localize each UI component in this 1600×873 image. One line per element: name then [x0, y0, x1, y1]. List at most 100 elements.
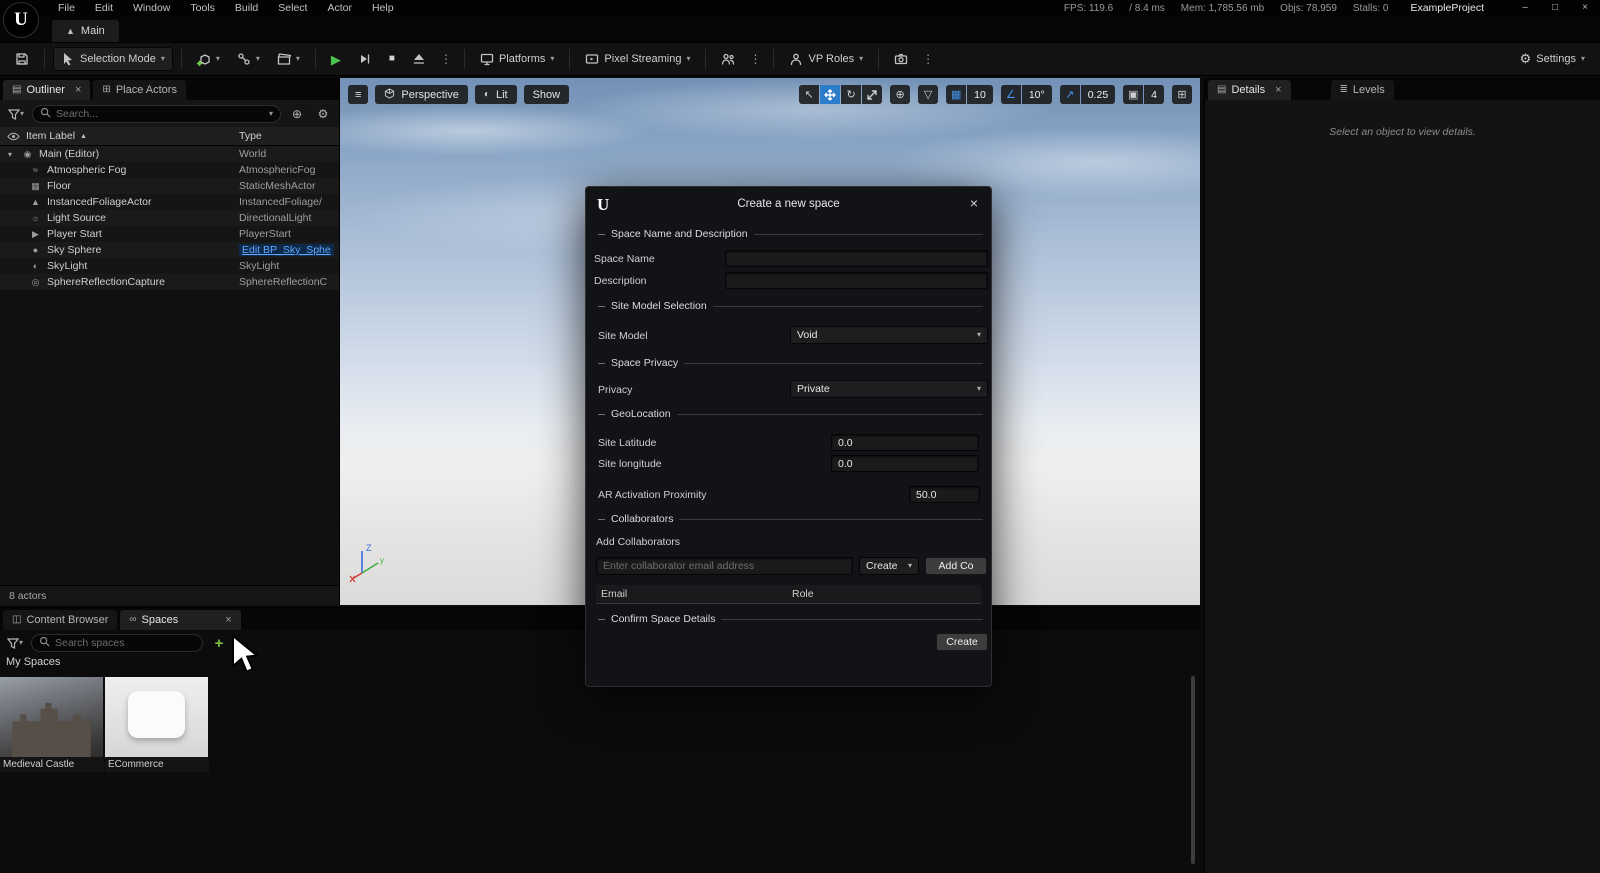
ar-proximity-input[interactable]: [909, 486, 980, 503]
add-space-button[interactable]: +: [209, 633, 229, 653]
tab-spaces[interactable]: ∞ Spaces ×: [120, 610, 240, 630]
maximize-button[interactable]: □: [1540, 0, 1570, 16]
menu-file[interactable]: File: [48, 0, 85, 16]
tab-spaces-label: Spaces: [142, 614, 179, 626]
frame-skip-button[interactable]: [351, 47, 379, 71]
table-row[interactable]: ≈ Atmospheric Fog AtmosphericFog: [0, 162, 339, 178]
vertical-scrollbar[interactable]: [1191, 676, 1195, 864]
space-card-medieval-castle[interactable]: Medieval Castle: [0, 677, 104, 772]
privacy-dropdown[interactable]: Private ▾: [790, 380, 988, 398]
collaborator-role-dropdown[interactable]: Create ▾: [859, 557, 919, 575]
space-thumbnail[interactable]: [0, 677, 103, 757]
rotation-snap-value[interactable]: 10°: [1022, 85, 1052, 104]
select-tool-button[interactable]: ↖: [799, 85, 819, 104]
outliner-search-box[interactable]: ▾: [32, 105, 281, 123]
grid-snap-icon[interactable]: ▦: [946, 85, 966, 104]
add-actor-dropdown[interactable]: ▾: [190, 47, 227, 71]
world-space-toggle[interactable]: ⊕: [890, 85, 910, 104]
show-dropdown[interactable]: Show: [524, 85, 570, 104]
site-model-dropdown[interactable]: Void ▾: [790, 326, 988, 344]
quad-view-button[interactable]: ⊞: [1172, 85, 1192, 104]
menu-help[interactable]: Help: [362, 0, 404, 16]
space-thumbnail[interactable]: [105, 677, 208, 757]
play-button[interactable]: ▶: [324, 47, 348, 71]
table-row[interactable]: ▲ InstancedFoliageActor InstancedFoliage…: [0, 194, 339, 210]
table-row[interactable]: ▶ Player Start PlayerStart: [0, 226, 339, 242]
latitude-input[interactable]: [831, 434, 979, 451]
space-name-input[interactable]: [725, 250, 988, 267]
grid-snap-value[interactable]: 10: [967, 85, 993, 104]
close-icon[interactable]: ×: [1275, 85, 1281, 96]
filter-button[interactable]: ▾: [5, 633, 25, 653]
menu-tools[interactable]: Tools: [180, 0, 225, 16]
play-options-kebab-icon[interactable]: ⋮: [436, 52, 456, 66]
collaborators-kebab-icon[interactable]: ⋮: [745, 52, 765, 66]
vp-roles-dropdown[interactable]: VP Roles ▾: [782, 47, 870, 71]
dialog-close-button[interactable]: ×: [970, 196, 978, 210]
outliner-search-input[interactable]: [56, 108, 264, 120]
minimize-button[interactable]: –: [1510, 0, 1540, 16]
eye-icon[interactable]: [0, 130, 26, 143]
camera-speed-value[interactable]: 4: [1144, 85, 1164, 104]
column-item-label[interactable]: Item Label ▲: [26, 130, 239, 142]
move-tool-button[interactable]: [820, 85, 840, 104]
menu-build[interactable]: Build: [225, 0, 268, 16]
menu-actor[interactable]: Actor: [317, 0, 362, 16]
filter-button[interactable]: ▾: [6, 104, 26, 124]
outliner-settings-button[interactable]: ⚙: [313, 104, 333, 124]
save-button[interactable]: [8, 47, 36, 71]
edit-blueprint-link[interactable]: Edit BP_Sky_Sphe: [239, 244, 334, 256]
space-card-ecommerce[interactable]: ECommerce: [105, 677, 209, 772]
pixel-streaming-dropdown[interactable]: Pixel Streaming ▾: [578, 47, 697, 71]
close-icon[interactable]: ×: [225, 615, 231, 626]
scale-snap-value[interactable]: 0.25: [1081, 85, 1115, 104]
close-window-button[interactable]: ×: [1570, 0, 1600, 16]
tab-content-browser[interactable]: ◫ Content Browser: [3, 610, 117, 630]
menu-window[interactable]: Window: [123, 0, 180, 16]
rotate-tool-button[interactable]: ↻: [841, 85, 861, 104]
unreal-logo-icon[interactable]: U: [3, 2, 39, 38]
tab-main[interactable]: ▲ Main: [52, 20, 119, 42]
menu-edit[interactable]: Edit: [85, 0, 123, 16]
eject-button[interactable]: [405, 47, 433, 71]
perspective-dropdown[interactable]: Perspective: [375, 85, 467, 104]
camera-speed-icon[interactable]: ▣: [1123, 85, 1143, 104]
spaces-search-input[interactable]: [55, 637, 195, 649]
add-collaborator-button[interactable]: Add Co: [925, 557, 987, 575]
scale-tool-button[interactable]: [862, 85, 882, 104]
capture-button[interactable]: [887, 47, 915, 71]
stop-button[interactable]: ■: [382, 47, 402, 71]
table-row[interactable]: ☼ Light Source DirectionalLight: [0, 210, 339, 226]
blueprints-dropdown[interactable]: ▾: [230, 47, 267, 71]
collaborator-email-input[interactable]: [596, 557, 853, 575]
cinematics-dropdown[interactable]: ▾: [270, 47, 307, 71]
menu-select[interactable]: Select: [268, 0, 317, 16]
spaces-search-box[interactable]: [31, 634, 203, 652]
tab-place-actors[interactable]: ⊞ Place Actors: [93, 80, 186, 100]
mode-select-dropdown[interactable]: Selection Mode ▾: [53, 47, 173, 71]
create-space-button[interactable]: Create: [936, 633, 988, 651]
scale-snap-icon[interactable]: ↗: [1060, 85, 1080, 104]
rotation-snap-icon[interactable]: ∠: [1001, 85, 1021, 104]
lit-dropdown[interactable]: ◐ Lit: [475, 85, 517, 104]
table-row[interactable]: ◎ SphereReflectionCapture SphereReflecti…: [0, 274, 339, 290]
column-type[interactable]: Type: [239, 130, 339, 142]
tab-levels[interactable]: ≣ Levels: [1331, 80, 1394, 100]
expand-caret-icon[interactable]: ▾: [8, 150, 20, 159]
tab-outliner[interactable]: ▤ Outliner ×: [3, 80, 90, 100]
table-row[interactable]: ▦ Floor StaticMeshActor: [0, 178, 339, 194]
table-row[interactable]: ● Sky Sphere Edit BP_Sky_Sphe: [0, 242, 339, 258]
table-row[interactable]: ▾ ◉ Main (Editor) World: [0, 146, 339, 162]
platforms-dropdown[interactable]: Platforms ▾: [473, 47, 561, 71]
collaborators-button[interactable]: [714, 47, 742, 71]
add-filter-button[interactable]: ⊕: [287, 104, 307, 124]
table-row[interactable]: ◐ SkyLight SkyLight: [0, 258, 339, 274]
viewport-options-button[interactable]: ≡: [348, 85, 368, 104]
surface-snap-toggle[interactable]: ▽: [918, 85, 938, 104]
description-input[interactable]: [725, 272, 988, 289]
close-icon[interactable]: ×: [75, 85, 81, 96]
longitude-input[interactable]: [831, 455, 979, 472]
tab-details[interactable]: ▤ Details ×: [1208, 80, 1291, 100]
settings-dropdown[interactable]: ⚙ Settings ▾: [1513, 47, 1592, 71]
capture-kebab-icon[interactable]: ⋮: [918, 52, 938, 66]
